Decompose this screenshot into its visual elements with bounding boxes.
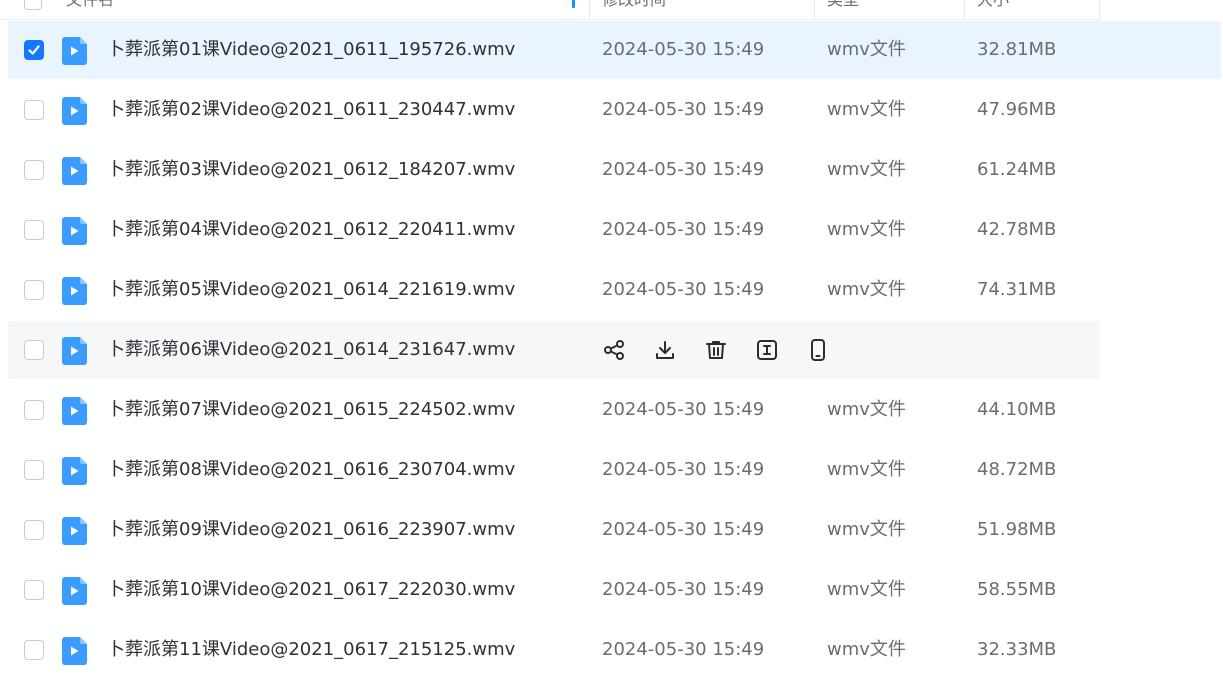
share-icon[interactable] <box>602 338 626 362</box>
file-modified-time: 2024-05-30 15:49 <box>602 519 765 540</box>
column-divider <box>589 0 590 20</box>
file-size: 51.98MB <box>977 519 1057 540</box>
file-size: 74.31MB <box>977 279 1057 300</box>
file-row[interactable]: 卜葬派第05课Video@2021_0614_221619.wmv 2024-05… <box>8 261 1100 319</box>
file-modified-time: 2024-05-30 15:49 <box>602 159 765 180</box>
file-size: 61.24MB <box>977 159 1057 180</box>
file-size: 47.96MB <box>977 99 1057 120</box>
video-file-icon <box>62 637 87 665</box>
select-all-checkbox[interactable] <box>24 0 42 10</box>
row-checkbox[interactable] <box>24 160 44 180</box>
video-file-icon <box>62 457 87 485</box>
send-to-phone-icon[interactable] <box>806 338 830 362</box>
video-file-icon <box>62 577 87 605</box>
file-name[interactable]: 卜葬派第02课Video@2021_0611_230447.wmv <box>107 81 515 139</box>
file-row[interactable]: 卜葬派第07课Video@2021_0615_224502.wmv 2024-05… <box>8 381 1100 439</box>
download-icon[interactable] <box>653 338 677 362</box>
file-modified-time: 2024-05-30 15:49 <box>602 219 765 240</box>
file-row[interactable]: 卜葬派第01课Video@2021_0611_195726.wmv 2024-05… <box>8 21 1221 79</box>
file-modified-time: 2024-05-30 15:49 <box>602 99 765 120</box>
file-type: wmv文件 <box>827 459 906 480</box>
row-checkbox[interactable] <box>24 640 44 660</box>
file-name[interactable]: 卜葬派第03课Video@2021_0612_184207.wmv <box>107 141 515 199</box>
rename-icon[interactable] <box>755 338 779 362</box>
column-header-name[interactable]: 文件名 <box>66 0 114 20</box>
file-type: wmv文件 <box>827 399 906 420</box>
file-name[interactable]: 卜葬派第09课Video@2021_0616_223907.wmv <box>107 501 515 559</box>
file-modified-time: 2024-05-30 15:49 <box>602 459 765 480</box>
file-modified-time: 2024-05-30 15:49 <box>602 39 765 60</box>
file-type: wmv文件 <box>827 519 906 540</box>
file-size: 32.81MB <box>977 39 1057 60</box>
video-file-icon <box>62 277 87 305</box>
file-modified-time: 2024-05-30 15:49 <box>602 639 765 660</box>
file-row[interactable]: 卜葬派第09课Video@2021_0616_223907.wmv 2024-05… <box>8 501 1100 559</box>
video-file-icon <box>62 517 87 545</box>
video-file-icon <box>62 37 87 65</box>
video-file-icon <box>62 337 87 365</box>
sort-indicator-icon <box>572 0 575 8</box>
row-checkbox[interactable] <box>24 100 44 120</box>
row-checkbox[interactable] <box>24 460 44 480</box>
file-name[interactable]: 卜葬派第05课Video@2021_0614_221619.wmv <box>107 261 515 319</box>
file-type: wmv文件 <box>827 579 906 600</box>
file-row[interactable]: 卜葬派第08课Video@2021_0616_230704.wmv 2024-05… <box>8 441 1100 499</box>
file-row[interactable]: 卜葬派第10课Video@2021_0617_222030.wmv 2024-05… <box>8 561 1100 619</box>
file-name[interactable]: 卜葬派第04课Video@2021_0612_220411.wmv <box>107 201 515 259</box>
file-row[interactable]: 卜葬派第04课Video@2021_0612_220411.wmv 2024-05… <box>8 201 1100 259</box>
column-divider <box>1099 0 1100 20</box>
file-list-page: 文件名 修改时间 类型 大小 卜葬派第01课Video@2021_0611_19… <box>0 0 1223 679</box>
row-checkbox[interactable] <box>24 520 44 540</box>
file-size: 42.78MB <box>977 219 1057 240</box>
file-row[interactable]: 卜葬派第03课Video@2021_0612_184207.wmv 2024-05… <box>8 141 1100 199</box>
row-checkbox[interactable] <box>24 280 44 300</box>
row-checkbox[interactable] <box>24 340 44 360</box>
file-name[interactable]: 卜葬派第10课Video@2021_0617_222030.wmv <box>107 561 515 619</box>
column-divider <box>964 0 965 20</box>
file-size: 44.10MB <box>977 399 1057 420</box>
video-file-icon <box>62 397 87 425</box>
file-name[interactable]: 卜葬派第01课Video@2021_0611_195726.wmv <box>107 21 515 79</box>
column-header-time[interactable]: 修改时间 <box>602 0 666 20</box>
file-type: wmv文件 <box>827 219 906 240</box>
column-header-size[interactable]: 大小 <box>977 0 1009 20</box>
file-size: 32.33MB <box>977 639 1057 660</box>
row-checkbox[interactable] <box>24 580 44 600</box>
file-type: wmv文件 <box>827 639 906 660</box>
file-type: wmv文件 <box>827 39 906 60</box>
file-type: wmv文件 <box>827 99 906 120</box>
file-size: 48.72MB <box>977 459 1057 480</box>
file-row[interactable]: 卜葬派第06课Video@2021_0614_231647.wmv <box>8 321 1100 379</box>
file-size: 58.55MB <box>977 579 1057 600</box>
column-header-type[interactable]: 类型 <box>827 0 859 20</box>
file-modified-time: 2024-05-30 15:49 <box>602 399 765 420</box>
file-name[interactable]: 卜葬派第11课Video@2021_0617_215125.wmv <box>107 621 515 679</box>
file-type: wmv文件 <box>827 159 906 180</box>
video-file-icon <box>62 97 87 125</box>
file-name[interactable]: 卜葬派第07课Video@2021_0615_224502.wmv <box>107 381 515 439</box>
file-modified-time: 2024-05-30 15:49 <box>602 279 765 300</box>
file-list-header: 文件名 修改时间 类型 大小 <box>0 0 1100 20</box>
file-type: wmv文件 <box>827 279 906 300</box>
file-modified-time: 2024-05-30 15:49 <box>602 579 765 600</box>
file-row[interactable]: 卜葬派第11课Video@2021_0617_215125.wmv 2024-05… <box>8 621 1100 679</box>
video-file-icon <box>62 217 87 245</box>
row-checkbox[interactable] <box>24 220 44 240</box>
file-row[interactable]: 卜葬派第02课Video@2021_0611_230447.wmv 2024-05… <box>8 81 1100 139</box>
file-name[interactable]: 卜葬派第08课Video@2021_0616_230704.wmv <box>107 441 515 499</box>
file-name[interactable]: 卜葬派第06课Video@2021_0614_231647.wmv <box>107 321 515 379</box>
row-checkbox[interactable] <box>24 400 44 420</box>
video-file-icon <box>62 157 87 185</box>
delete-icon[interactable] <box>704 338 728 362</box>
column-divider <box>814 0 815 20</box>
row-checkbox[interactable] <box>24 40 44 60</box>
